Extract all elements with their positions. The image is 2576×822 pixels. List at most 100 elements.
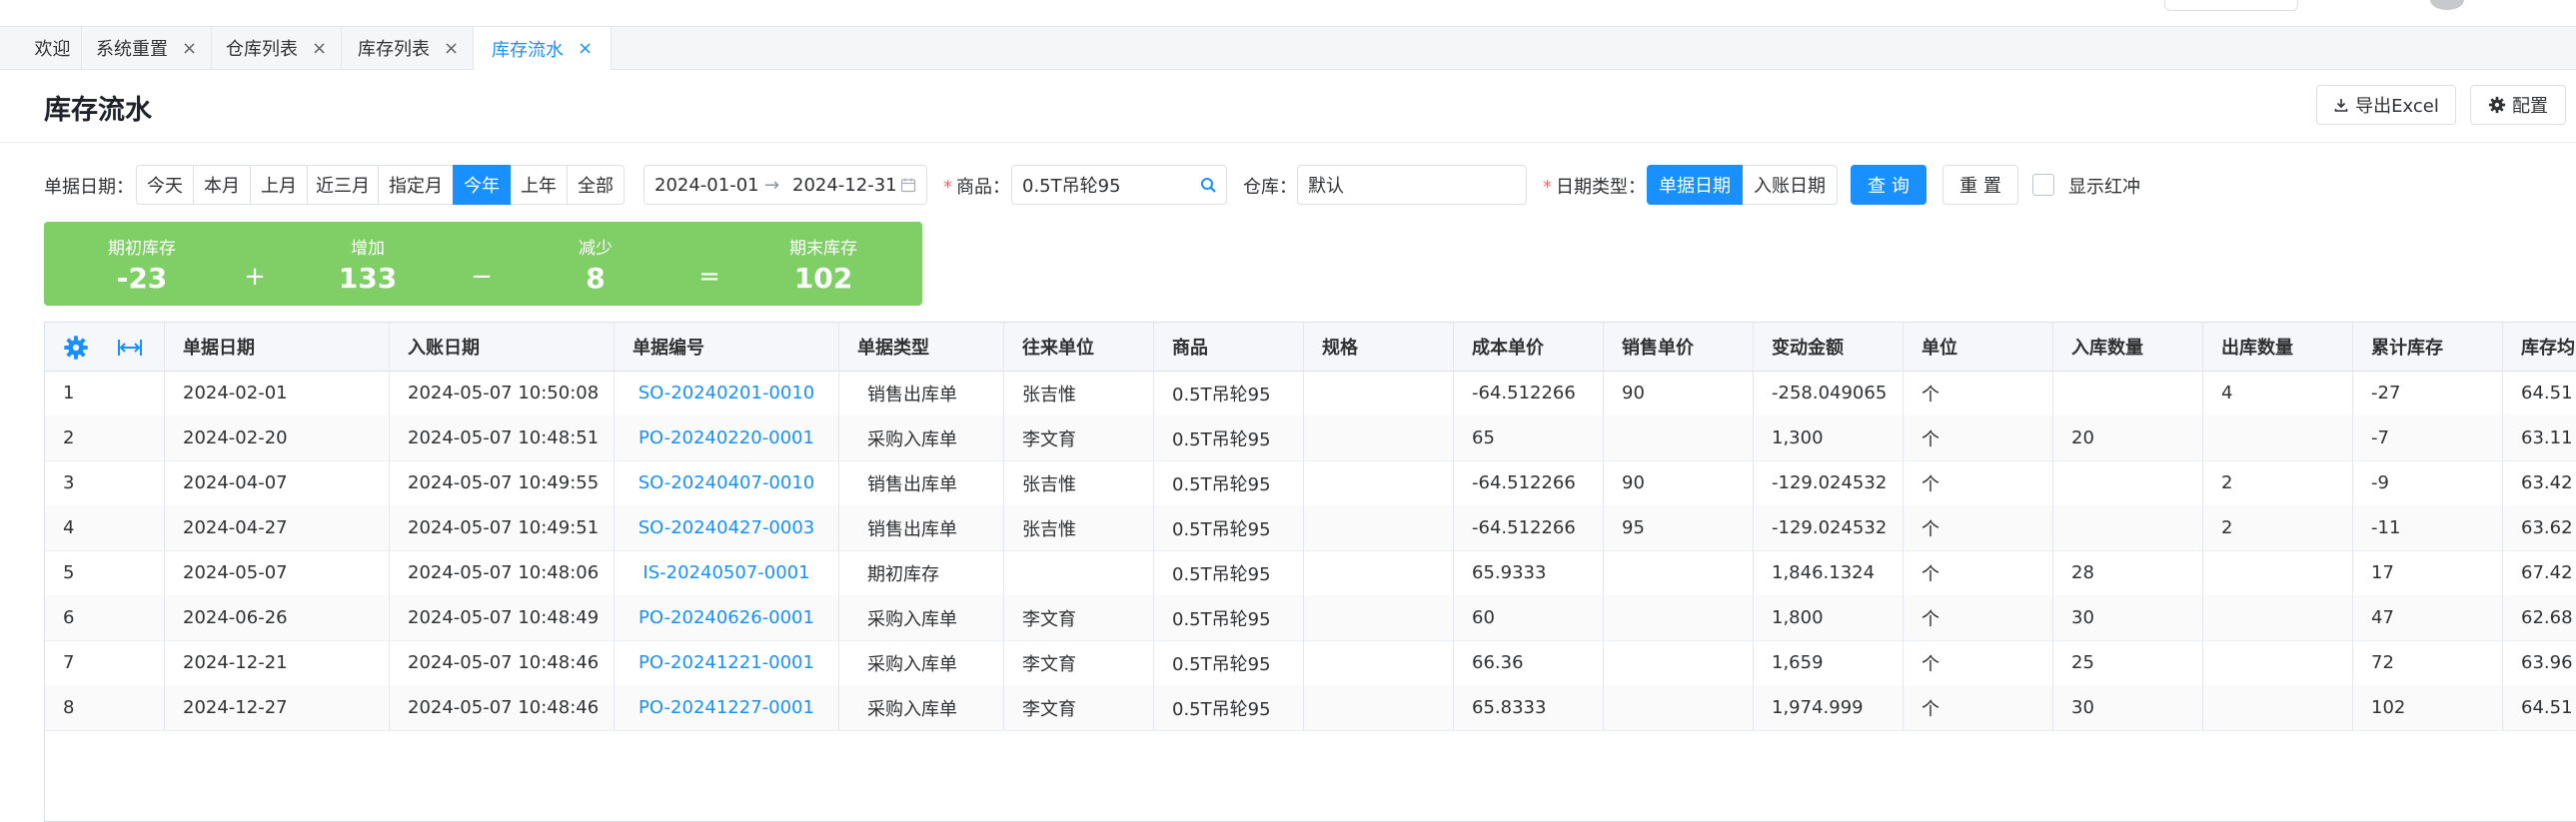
product-input[interactable]: 0.5T吊轮95: [1022, 172, 1121, 198]
header-tools: [45, 323, 165, 371]
column-settings-icon[interactable]: [63, 335, 89, 361]
export-excel-button[interactable]: 导出Excel: [2316, 85, 2456, 125]
header-dropdown-button[interactable]: [2164, 0, 2298, 11]
column-header[interactable]: 成本单价: [1454, 323, 1604, 371]
table-cell: [2053, 371, 2203, 415]
column-header[interactable]: 单据编号: [615, 323, 839, 371]
search-icon[interactable]: [1200, 177, 1217, 194]
reset-button[interactable]: 重 置: [1942, 165, 2018, 205]
avatar[interactable]: [2430, 0, 2464, 10]
column-header[interactable]: 出库数量: [2203, 323, 2353, 371]
date-type-group: 单据日期 入账日期: [1647, 165, 1838, 205]
tab-2[interactable]: 系统重置 ×: [82, 27, 212, 69]
doc-number-link[interactable]: SO-20240427-0003: [639, 517, 815, 538]
table-cell: 2024-05-07 10:48:49: [390, 595, 615, 640]
table-row[interactable]: 3 2024-04-07 2024-05-07 10:49:55 SO-2024040…: [45, 460, 2576, 506]
column-width-icon[interactable]: [117, 337, 143, 359]
close-icon[interactable]: ×: [182, 38, 197, 59]
date-type-1[interactable]: 单据日期: [1647, 165, 1743, 205]
quick-range-4[interactable]: 近三月: [307, 165, 379, 205]
column-header[interactable]: 累计库存: [2353, 323, 2503, 371]
quick-range-1[interactable]: 今天: [136, 165, 194, 205]
cell-unit: 个: [1922, 563, 1939, 585]
date-range-picker[interactable]: 2024-01-01 → 2024-12-31: [644, 165, 927, 205]
cell-out-qty: 4: [2221, 383, 2233, 404]
close-icon[interactable]: ×: [578, 38, 593, 59]
cell-doc-type: 销售出库单: [867, 384, 957, 406]
column-header[interactable]: 规格: [1304, 323, 1454, 371]
close-icon[interactable]: ×: [312, 38, 327, 59]
cell-doc-type: 采购入库单: [867, 428, 957, 450]
minus-operator: −: [471, 262, 493, 292]
table-cell: [2203, 595, 2353, 640]
tab-5[interactable]: 库存流水 ×: [474, 27, 612, 70]
show-red-checkbox[interactable]: [2032, 174, 2054, 196]
quick-range-5[interactable]: 指定月: [378, 165, 454, 205]
date-separator: →: [764, 174, 780, 196]
closing-label: 期末库存: [789, 239, 857, 259]
cell-cost: 66.36: [1472, 652, 1524, 673]
cell-avg: 63.62: [2521, 517, 2573, 538]
table-cell: 17: [2353, 550, 2503, 595]
column-header[interactable]: 变动金额: [1754, 323, 1904, 371]
column-header[interactable]: 往来单位: [1004, 323, 1154, 371]
column-header[interactable]: 入库数量: [2053, 323, 2203, 371]
table-cell: 2024-02-20: [165, 415, 390, 460]
warehouse-field[interactable]: 默认: [1297, 165, 1527, 205]
date-start-input[interactable]: 2024-01-01: [654, 175, 759, 196]
date-end-input[interactable]: 2024-12-31: [792, 175, 897, 196]
table-cell: 64.51: [2503, 685, 2576, 730]
table-cell: 6: [45, 595, 165, 640]
config-button[interactable]: 配置: [2470, 85, 2566, 125]
table-row[interactable]: 7 2024-12-21 2024-05-07 10:48:46 PO-2024122…: [45, 640, 2576, 686]
date-type-2[interactable]: 入账日期: [1742, 165, 1838, 205]
query-button[interactable]: 查 询: [1851, 165, 1927, 205]
doc-number-link[interactable]: IS-20240507-0001: [643, 562, 809, 583]
doc-number-link[interactable]: PO-20241221-0001: [639, 652, 814, 673]
table-cell: 65.9333: [1454, 550, 1604, 595]
doc-number-link[interactable]: PO-20240626-0001: [639, 607, 814, 628]
doc-number-link[interactable]: SO-20240201-0010: [639, 383, 815, 404]
doc-number-link[interactable]: PO-20240220-0001: [639, 427, 814, 448]
table-row[interactable]: 6 2024-06-26 2024-05-07 10:48:49 PO-2024062…: [45, 595, 2576, 641]
column-header[interactable]: 入账日期: [390, 323, 615, 371]
column-header[interactable]: 库存均: [2503, 323, 2576, 371]
cell-unit: 个: [1922, 698, 1939, 720]
close-icon[interactable]: ×: [444, 38, 459, 59]
cell-idx: 8: [63, 697, 75, 718]
table-row[interactable]: 2 2024-02-20 2024-05-07 10:48:51 PO-2024022…: [45, 415, 2576, 461]
column-header[interactable]: 单据日期: [165, 323, 390, 371]
doc-number-link[interactable]: SO-20240407-0010: [639, 472, 815, 493]
quick-range-7[interactable]: 上年: [510, 165, 568, 205]
quick-range-6[interactable]: 今年: [453, 165, 511, 205]
column-header[interactable]: 商品: [1154, 323, 1304, 371]
column-header[interactable]: 单据类型: [839, 323, 1004, 371]
tab-bar: 欢迎 系统重置 × 仓库列表 × 库存列表 × 库存流水 ×: [0, 27, 2576, 70]
table-cell: [1304, 685, 1454, 730]
table-cell: IS-20240507-0001: [615, 550, 839, 595]
product-field[interactable]: 0.5T吊轮95: [1011, 165, 1227, 205]
table-row[interactable]: 5 2024-05-07 2024-05-07 10:48:06 IS-2024050…: [45, 550, 2576, 596]
table-row[interactable]: 4 2024-04-27 2024-05-07 10:49:51 SO-2024042…: [45, 505, 2576, 551]
quick-range-3[interactable]: 上月: [250, 165, 308, 205]
column-header[interactable]: 销售单价: [1604, 323, 1754, 371]
tab-1[interactable]: 欢迎: [24, 27, 82, 69]
quick-range-2[interactable]: 本月: [193, 165, 251, 205]
quick-range-8[interactable]: 全部: [567, 165, 625, 205]
table-cell: [1604, 415, 1754, 460]
table-cell: 李文育: [1004, 685, 1154, 730]
tab-4[interactable]: 库存列表 ×: [344, 27, 474, 69]
table-cell: -64.512266: [1454, 505, 1604, 550]
table-cell: 4: [2203, 371, 2353, 415]
opening-label: 期初库存: [108, 239, 176, 259]
doc-number-link[interactable]: PO-20241227-0001: [639, 697, 814, 718]
table-cell: 张吉惟: [1004, 460, 1154, 505]
table-cell: 0.5T吊轮95: [1154, 460, 1304, 505]
export-excel-label: 导出Excel: [2355, 96, 2439, 117]
column-header[interactable]: 单位: [1904, 323, 2053, 371]
warehouse-input[interactable]: 默认: [1308, 172, 1344, 198]
tab-3[interactable]: 仓库列表 ×: [212, 27, 342, 69]
table-row[interactable]: 1 2024-02-01 2024-05-07 10:50:08 SO-2024020…: [45, 371, 2576, 416]
table-cell: -129.024532: [1754, 460, 1904, 505]
table-row[interactable]: 8 2024-12-27 2024-05-07 10:48:46 PO-2024122…: [45, 685, 2576, 731]
